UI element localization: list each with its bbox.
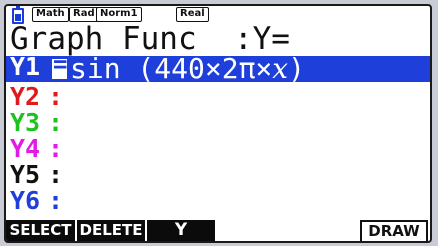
calculator-screen: Math Rad Norm1 Real Graph Func :Y= Y1 = …: [4, 4, 432, 243]
mode-badge-complex: Real: [176, 7, 209, 22]
function-row-y6[interactable]: Y6 :: [6, 186, 430, 215]
function-key-bar: SELECT DELETE Y DRAW: [6, 220, 430, 241]
function-colon-y6: :: [48, 186, 64, 215]
mode-badge-angle: Rad: [69, 7, 99, 22]
draw-button[interactable]: DRAW: [360, 220, 428, 241]
function-row-y1[interactable]: Y1 = sin (440×2π×x): [6, 50, 430, 85]
delete-button[interactable]: DELETE: [77, 220, 145, 241]
select-button[interactable]: SELECT: [6, 220, 75, 241]
function-row-y2[interactable]: Y2 :: [6, 82, 430, 111]
function-row-y5[interactable]: Y5 :: [6, 160, 430, 189]
function-label-y1: Y1: [10, 52, 41, 81]
function-list: Y1 = sin (440×2π×x) Y2 : Y3 : Y4 : Y5 : …: [6, 50, 430, 215]
cursor-equals-box: =: [52, 50, 68, 79]
function-row-y4[interactable]: Y4 :: [6, 134, 430, 163]
mode-badge-display: Norm1: [96, 7, 142, 22]
function-expression-y1: sin (440×2π×x): [70, 52, 305, 85]
mode-badge-math: Math: [32, 7, 69, 22]
function-row-y3[interactable]: Y3 :: [6, 108, 430, 137]
screen-title: Graph Func :Y=: [10, 21, 290, 57]
function-label-y6: Y6: [10, 186, 41, 215]
y-type-button[interactable]: Y: [147, 220, 215, 241]
